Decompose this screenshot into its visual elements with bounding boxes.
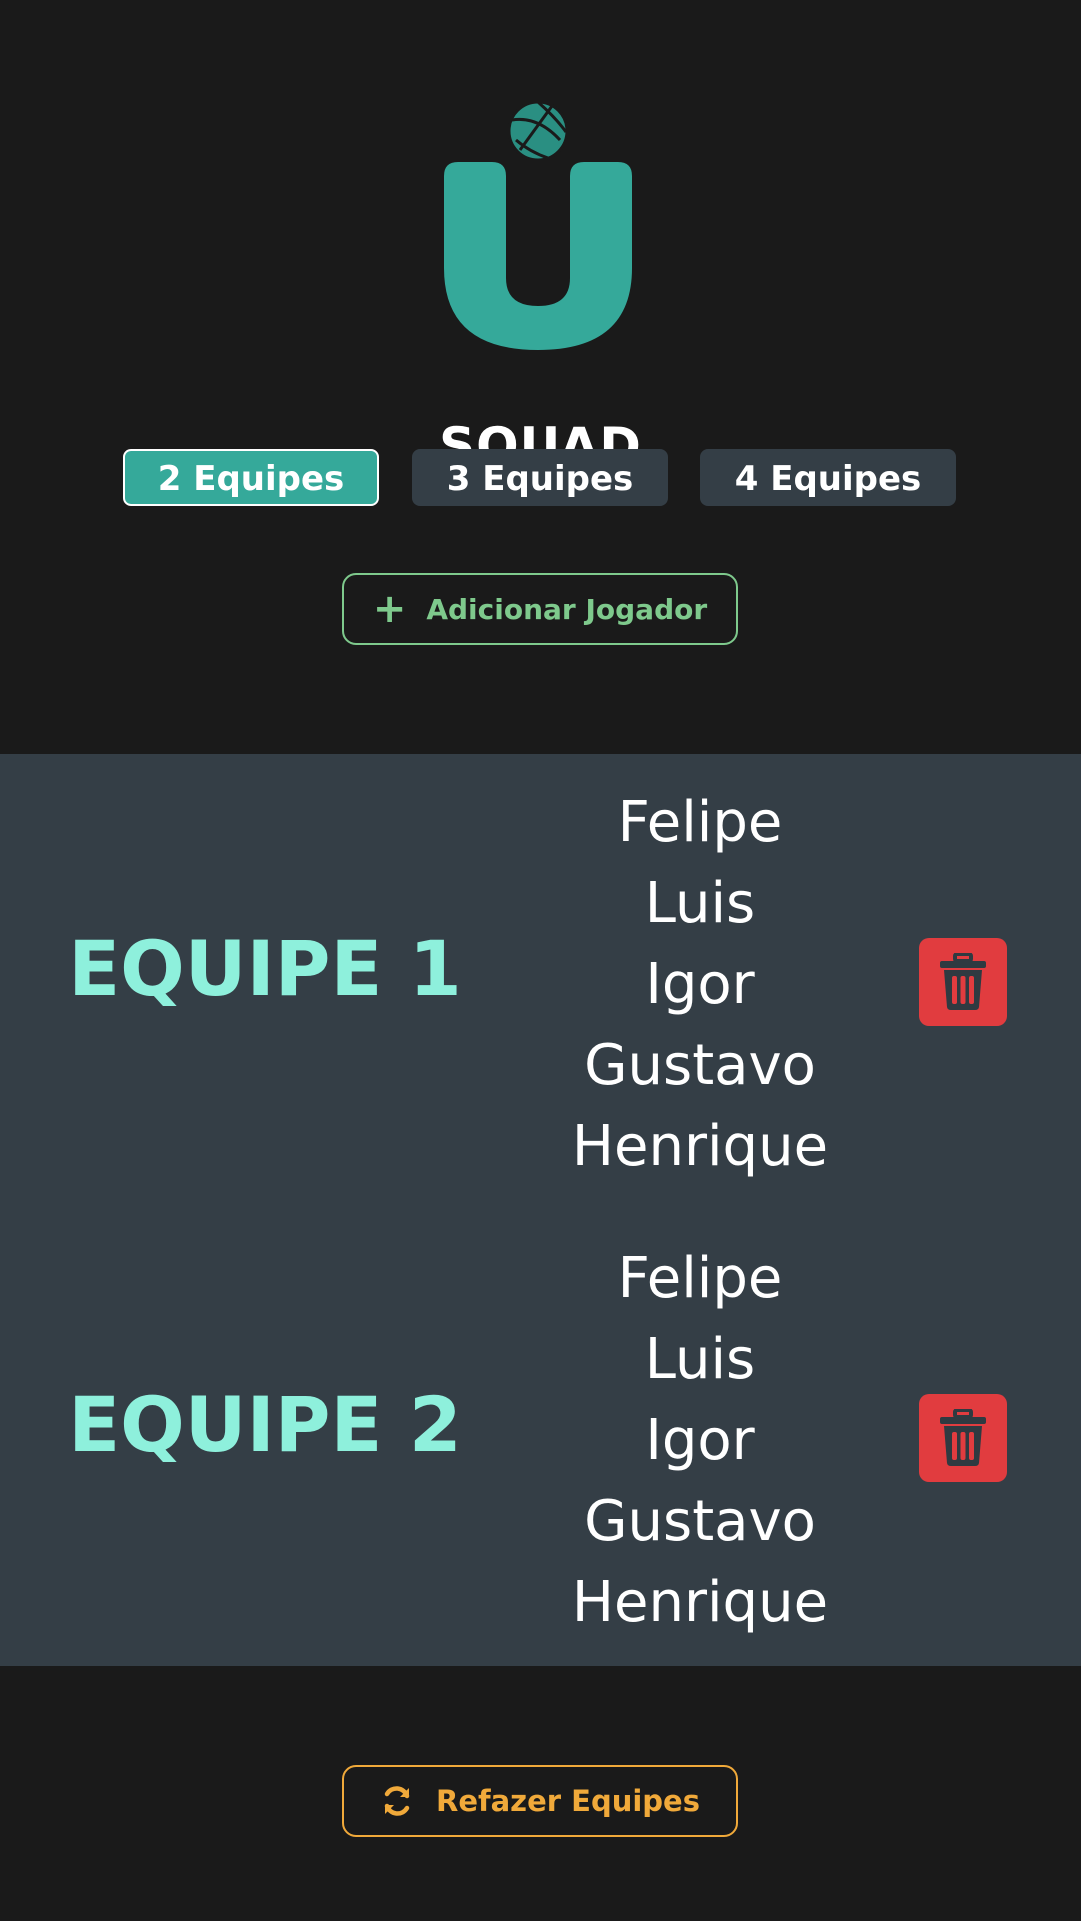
player-name: Igor	[645, 952, 755, 1017]
player-name: Igor	[645, 1408, 755, 1473]
player-name: Henrique	[571, 1114, 829, 1179]
player-list: Felipe Luis Igor Gustavo Henrique	[500, 1238, 900, 1643]
team-count-4-button[interactable]: 4 Equipes	[700, 449, 956, 506]
team-name: EQUIPE 2	[68, 1380, 462, 1469]
player-name: Henrique	[571, 1570, 829, 1635]
team-card: EQUIPE 1 Felipe Luis Igor Gustavo Henriq…	[0, 754, 1081, 1210]
player-name: Felipe	[617, 790, 783, 855]
teams-panel: EQUIPE 1 Felipe Luis Igor Gustavo Henriq…	[0, 754, 1081, 1666]
trash-icon	[940, 953, 986, 1010]
player-name: Luis	[644, 871, 756, 936]
trash-icon	[940, 1409, 986, 1466]
plus-icon: +	[372, 586, 407, 632]
team-count-3-button[interactable]: 3 Equipes	[412, 449, 668, 506]
delete-team-button[interactable]	[919, 938, 1007, 1026]
player-name: Luis	[644, 1327, 756, 1392]
delete-team-button[interactable]	[919, 1394, 1007, 1482]
app-screen: SQUAD 2 Equipes 3 Equipes 4 Equipes + Ad…	[0, 0, 1081, 1921]
add-player-label: Adicionar Jogador	[426, 592, 708, 626]
player-name: Felipe	[617, 1246, 783, 1311]
refresh-icon	[384, 1786, 410, 1816]
player-name: Gustavo	[584, 1489, 816, 1554]
team-count-2-button[interactable]: 2 Equipes	[123, 449, 379, 506]
redo-teams-button[interactable]: Refazer Equipes	[342, 1765, 738, 1837]
redo-teams-label: Refazer Equipes	[436, 1784, 700, 1818]
app-logo: SQUAD	[0, 90, 1081, 474]
logo-u-volleyball-icon	[444, 100, 632, 350]
team-name: EQUIPE 1	[68, 924, 462, 1013]
add-player-button[interactable]: + Adicionar Jogador	[342, 573, 738, 645]
team-count-selector: 2 Equipes 3 Equipes 4 Equipes	[0, 449, 1081, 506]
player-list: Felipe Luis Igor Gustavo Henrique	[500, 782, 900, 1187]
volleyball-icon	[507, 100, 569, 162]
team-card: EQUIPE 2 Felipe Luis Igor Gustavo Henriq…	[0, 1210, 1081, 1666]
player-name: Gustavo	[584, 1033, 816, 1098]
